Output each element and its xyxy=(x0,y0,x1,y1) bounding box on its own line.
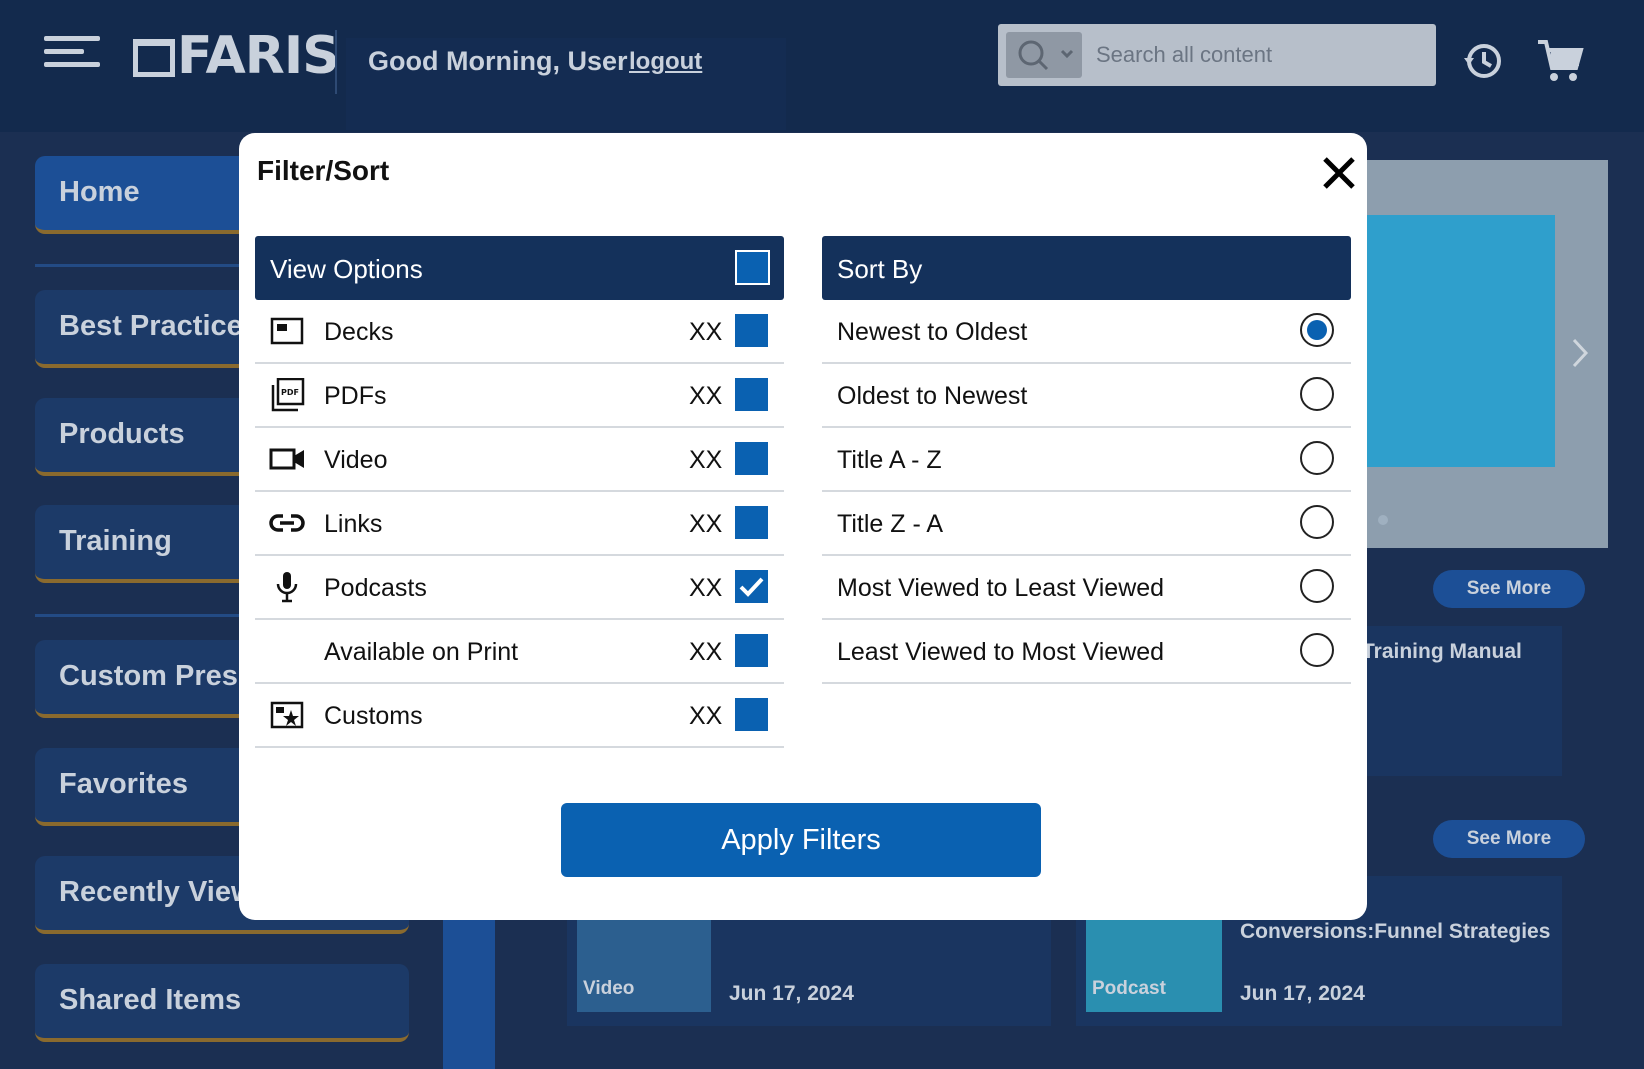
sort-radio-button[interactable] xyxy=(1300,633,1334,667)
sort-option-label: Title Z - A xyxy=(837,510,944,538)
sidebar-item-label: Favorites xyxy=(59,768,188,800)
view-option-label: Available on Print xyxy=(324,638,519,666)
history-icon[interactable] xyxy=(1462,40,1504,82)
sidebar-item-label: Shared Items xyxy=(59,984,242,1016)
modal-title: Filter/Sort xyxy=(257,155,390,186)
search-input[interactable]: Search all content xyxy=(1096,42,1272,68)
cart-icon[interactable] xyxy=(1536,38,1584,84)
view-option-label: Video xyxy=(324,446,388,474)
search-bar[interactable]: Search all content xyxy=(998,24,1436,86)
sort-radio-button[interactable] xyxy=(1300,505,1334,539)
see-more-button[interactable]: See More xyxy=(1433,570,1585,608)
top-bar: FARIS Good Morning, User logout Search a… xyxy=(0,0,1644,132)
card-type: Podcast xyxy=(1092,978,1166,999)
sort-option-most-viewed[interactable]: Most Viewed to Least Viewed xyxy=(822,556,1351,620)
sort-option-label: Least Viewed to Most Viewed xyxy=(837,638,1165,666)
card-date: Jun 17, 2024 xyxy=(729,982,854,1005)
sort-radio-button[interactable] xyxy=(1300,441,1334,475)
view-option-label: Links xyxy=(324,510,383,538)
see-more-button[interactable]: See More xyxy=(1433,820,1585,858)
card-type: Video xyxy=(583,978,635,999)
deck-icon xyxy=(270,317,304,345)
sort-option-newest-to-oldest[interactable]: Newest to Oldest xyxy=(822,300,1351,364)
apply-filters-button[interactable]: Apply Filters xyxy=(561,803,1041,877)
view-option-row-podcasts[interactable]: Podcasts XX xyxy=(255,556,784,620)
sort-by-header: Sort By xyxy=(822,236,1351,300)
sidebar-item-label: Training xyxy=(59,525,172,557)
customs-checkbox[interactable] xyxy=(735,698,768,731)
available-on-print-checkbox[interactable] xyxy=(735,634,768,667)
card-date: Jun 17, 2024 xyxy=(1240,982,1365,1005)
links-checkbox[interactable] xyxy=(735,506,768,539)
view-option-row-customs[interactable]: Customs XX xyxy=(255,684,784,748)
view-option-label: Customs xyxy=(324,702,423,730)
logo-text: FARIS xyxy=(177,26,340,86)
chevron-down-icon xyxy=(1060,49,1074,59)
pdf-icon: PDF xyxy=(271,378,305,412)
carousel-dot[interactable] xyxy=(1378,515,1388,525)
view-options-panel: View Options Decks XX PDF PDFs XX Video … xyxy=(255,236,784,748)
custom-star-icon xyxy=(270,701,304,729)
view-option-count: XX xyxy=(689,318,723,346)
podcasts-checkbox[interactable] xyxy=(735,570,768,603)
sort-option-oldest-to-newest[interactable]: Oldest to Newest xyxy=(822,364,1351,428)
card-title: Conversions:Funnel Strategies xyxy=(1240,920,1551,943)
chevron-right-icon[interactable] xyxy=(1570,338,1590,368)
select-all-checkbox[interactable] xyxy=(735,250,770,285)
view-option-row-links[interactable]: Links XX xyxy=(255,492,784,556)
video-camera-icon xyxy=(269,448,304,470)
menu-icon[interactable] xyxy=(44,36,100,72)
sort-option-label: Newest to Oldest xyxy=(837,318,1028,346)
sidebar-item-label: Home xyxy=(59,176,140,208)
sort-by-title: Sort By xyxy=(837,254,923,284)
hero-carousel[interactable] xyxy=(1330,160,1608,548)
view-option-count: XX xyxy=(689,382,723,410)
card-title: Training Manual xyxy=(1362,640,1522,663)
view-option-row-video[interactable]: Video XX xyxy=(255,428,784,492)
view-option-count: XX xyxy=(689,510,723,538)
sort-option-label: Oldest to Newest xyxy=(837,382,1028,410)
search-scope-button[interactable] xyxy=(1006,32,1082,78)
pdfs-checkbox[interactable] xyxy=(735,378,768,411)
checkmark-icon xyxy=(739,577,764,597)
sort-radio-button[interactable] xyxy=(1300,569,1334,603)
close-icon[interactable] xyxy=(1319,153,1359,193)
sort-option-label: Most Viewed to Least Viewed xyxy=(837,574,1165,602)
header-divider xyxy=(335,30,337,94)
greeting-area: Good Morning, User logout xyxy=(346,38,786,130)
video-checkbox[interactable] xyxy=(735,442,768,475)
sort-option-title-a-z[interactable]: Title A - Z xyxy=(822,428,1351,492)
filter-sort-modal: Filter/Sort View Options Decks XX PDF PD xyxy=(239,133,1367,920)
sort-by-panel: Sort By Newest to Oldest Oldest to Newes… xyxy=(822,236,1351,684)
logo: FARIS xyxy=(133,26,340,86)
view-option-count: XX xyxy=(689,574,723,602)
view-options-title: View Options xyxy=(270,254,423,284)
logout-link[interactable]: logout xyxy=(629,48,702,76)
view-option-label: PDFs xyxy=(324,382,387,410)
sort-option-least-viewed[interactable]: Least Viewed to Most Viewed xyxy=(822,620,1351,684)
sidebar-item-label: Products xyxy=(59,418,185,450)
decks-checkbox[interactable] xyxy=(735,314,768,347)
svg-text:PDF: PDF xyxy=(281,388,299,397)
sort-option-title-z-a[interactable]: Title Z - A xyxy=(822,492,1351,556)
view-option-count: XX xyxy=(689,702,723,730)
sidebar-item-shared-items[interactable]: Shared Items xyxy=(35,964,409,1042)
view-option-count: XX xyxy=(689,446,723,474)
view-option-row-available-on-print[interactable]: Available on Print XX xyxy=(255,620,784,684)
search-icon xyxy=(1018,40,1074,71)
view-options-header: View Options xyxy=(255,236,784,300)
greeting-text: Good Morning, User xyxy=(368,46,628,76)
view-option-row-decks[interactable]: Decks XX xyxy=(255,300,784,364)
view-option-row-pdfs[interactable]: PDF PDFs XX xyxy=(255,364,784,428)
sort-option-label: Title A - Z xyxy=(837,446,942,474)
view-option-label: Decks xyxy=(324,318,394,346)
link-icon xyxy=(269,514,305,532)
logo-box-icon xyxy=(133,39,175,77)
sort-radio-button[interactable] xyxy=(1300,313,1334,347)
sidebar-item-label: Best Practices xyxy=(59,310,259,342)
view-option-label: Podcasts xyxy=(324,574,427,602)
microphone-icon xyxy=(276,572,298,603)
view-option-count: XX xyxy=(689,638,723,666)
sort-radio-button[interactable] xyxy=(1300,377,1334,411)
